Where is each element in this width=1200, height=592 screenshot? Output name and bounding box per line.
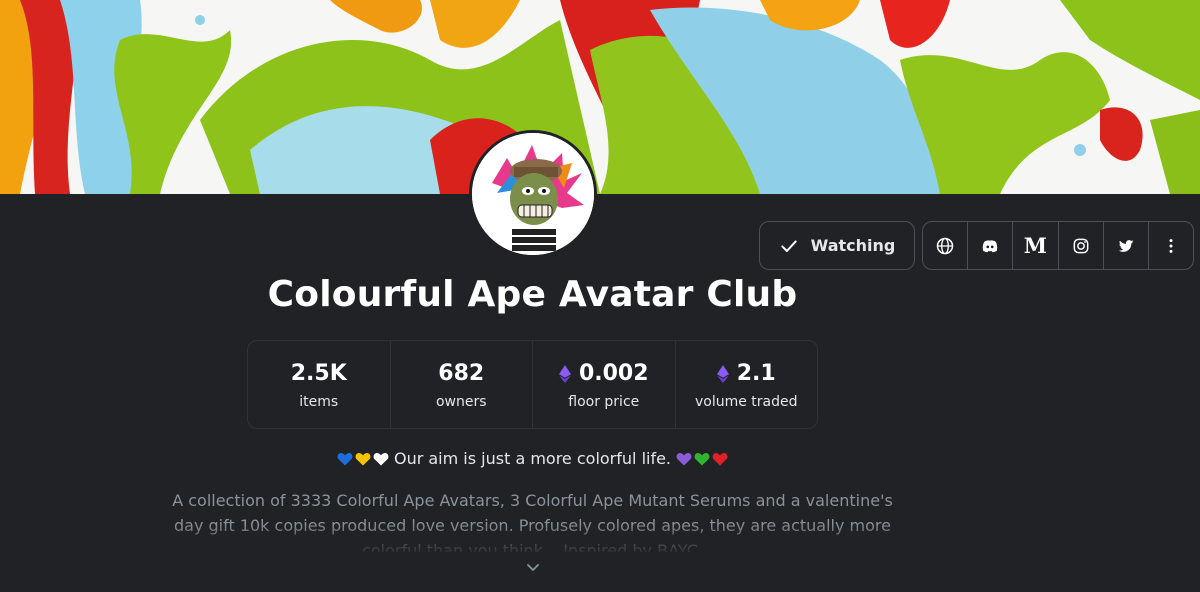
ethereum-icon <box>558 364 571 383</box>
heart-icon <box>337 452 353 466</box>
watching-button[interactable]: Watching <box>759 221 915 270</box>
stat-label: volume traded <box>694 393 798 410</box>
collection-title: Colourful Ape Avatar Club <box>267 274 798 315</box>
heart-icon <box>676 452 692 466</box>
heart-icon <box>712 452 728 466</box>
instagram-button[interactable] <box>1059 222 1104 269</box>
chevron-down-icon <box>527 564 539 571</box>
more-icon <box>1169 238 1173 253</box>
watching-label: Watching <box>810 236 896 255</box>
twitter-button[interactable] <box>1104 222 1149 269</box>
check-icon <box>780 239 797 252</box>
stat-value: 0.002 <box>558 360 649 388</box>
collection-description: A collection of 3333 Colorful Ape Avatar… <box>172 491 893 552</box>
stat-floor-price[interactable]: 0.002 floor price <box>533 341 676 428</box>
medium-icon: M <box>1023 233 1048 258</box>
stat-owners[interactable]: 682 owners <box>391 341 533 428</box>
social-links-bar: M <box>922 221 1194 270</box>
expand-description-button[interactable] <box>524 558 542 576</box>
heart-icon <box>373 452 389 466</box>
stat-value: 682 <box>438 361 485 386</box>
collection-stats: 2.5K items 682 owners 0.002 floor price … <box>247 340 818 429</box>
stat-label: floor price <box>568 393 640 410</box>
medium-button[interactable]: M <box>1013 222 1059 269</box>
heart-icon <box>355 452 371 466</box>
stat-value: 2.5K <box>290 361 347 386</box>
heart-icon <box>694 452 710 466</box>
stat-label: items <box>299 393 339 410</box>
collection-banner <box>0 0 1200 194</box>
twitter-icon <box>1118 239 1134 252</box>
more-options-button[interactable] <box>1149 222 1193 269</box>
stat-volume-traded[interactable]: 2.1 volume traded <box>676 341 818 428</box>
instagram-icon <box>1073 238 1089 253</box>
ethereum-icon <box>716 364 729 383</box>
discord-icon <box>983 239 998 252</box>
globe-icon <box>936 237 954 254</box>
stat-items[interactable]: 2.5K items <box>248 341 391 428</box>
collection-avatar <box>469 130 597 258</box>
collection-tagline: Our aim is just a more colorful life. <box>0 449 1065 468</box>
discord-button[interactable] <box>968 222 1014 269</box>
website-button[interactable] <box>923 222 969 269</box>
stat-value: 2.1 <box>716 360 776 388</box>
paint-splash-image <box>0 0 1200 194</box>
stat-label: owners <box>435 393 487 410</box>
tagline-text: Our aim is just a more colorful life. <box>393 449 672 468</box>
